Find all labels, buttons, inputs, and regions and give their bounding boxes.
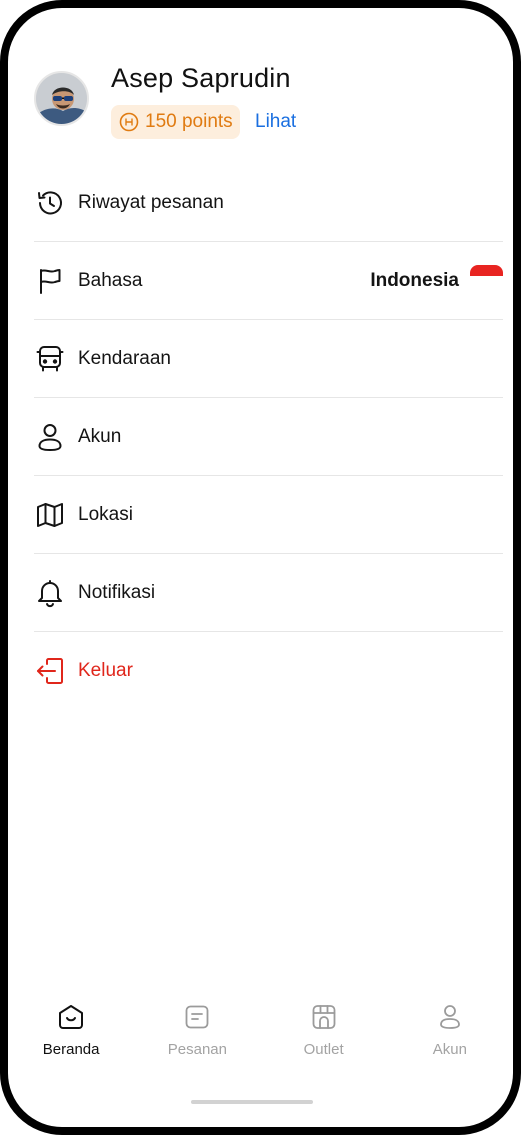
profile-name: Asep Saprudin — [111, 63, 291, 93]
menu-item-label: Riwayat pesanan — [78, 191, 224, 213]
nav-item-pesanan[interactable]: Pesanan — [134, 1002, 260, 1082]
points-coin-icon — [119, 112, 139, 132]
bell-icon — [34, 577, 66, 609]
menu-item-label: Bahasa — [78, 269, 143, 291]
menu-item-bahasa[interactable]: Bahasa Indonesia — [34, 242, 503, 320]
indonesia-flag-icon — [470, 265, 503, 287]
home-indicator — [191, 1100, 313, 1104]
bus-icon — [34, 343, 66, 375]
logout-icon — [34, 655, 66, 687]
account-screen: Asep Saprudin 150 points Lihat Riwayat p… — [8, 8, 513, 1127]
menu-item-kendaraan[interactable]: Kendaraan — [34, 320, 503, 398]
avatar[interactable] — [34, 71, 89, 126]
avatar-photo-icon — [36, 73, 87, 124]
menu-item-notifikasi[interactable]: Notifikasi — [34, 554, 503, 632]
flag-icon — [34, 265, 66, 297]
menu-item-label: Notifikasi — [78, 581, 156, 603]
menu-item-lokasi[interactable]: Lokasi — [34, 476, 503, 554]
phone-frame: Asep Saprudin 150 points Lihat Riwayat p… — [0, 0, 521, 1135]
orders-icon — [182, 1002, 212, 1032]
bottom-nav: Beranda Pesanan Outlet Akun — [8, 1002, 513, 1082]
map-icon — [34, 499, 66, 531]
view-points-link[interactable]: Lihat — [255, 111, 296, 133]
nav-label: Akun — [432, 1041, 467, 1058]
menu-item-label: Keluar — [78, 659, 133, 681]
points-value: 150 points — [145, 111, 233, 132]
points-badge[interactable]: 150 points — [111, 105, 240, 139]
nav-label: Pesanan — [167, 1041, 227, 1058]
menu-item-label: Lokasi — [78, 503, 133, 525]
language-value: Indonesia — [370, 269, 459, 291]
home-icon — [56, 1002, 86, 1032]
menu-item-label: Kendaraan — [78, 347, 171, 369]
menu-item-riwayat-pesanan[interactable]: Riwayat pesanan — [34, 164, 503, 242]
user-icon — [435, 1002, 465, 1032]
account-menu: Riwayat pesanan Bahasa Indonesia Kendara… — [34, 164, 503, 709]
menu-item-keluar[interactable]: Keluar — [34, 632, 503, 709]
menu-item-akun[interactable]: Akun — [34, 398, 503, 476]
nav-label: Beranda — [42, 1041, 100, 1058]
nav-item-outlet[interactable]: Outlet — [261, 1002, 387, 1082]
store-icon — [309, 1002, 339, 1032]
menu-item-label: Akun — [78, 425, 122, 447]
nav-item-beranda[interactable]: Beranda — [8, 1002, 134, 1082]
nav-item-akun[interactable]: Akun — [387, 1002, 513, 1082]
nav-label: Outlet — [303, 1041, 344, 1058]
history-icon — [34, 187, 66, 219]
user-icon — [34, 421, 66, 453]
